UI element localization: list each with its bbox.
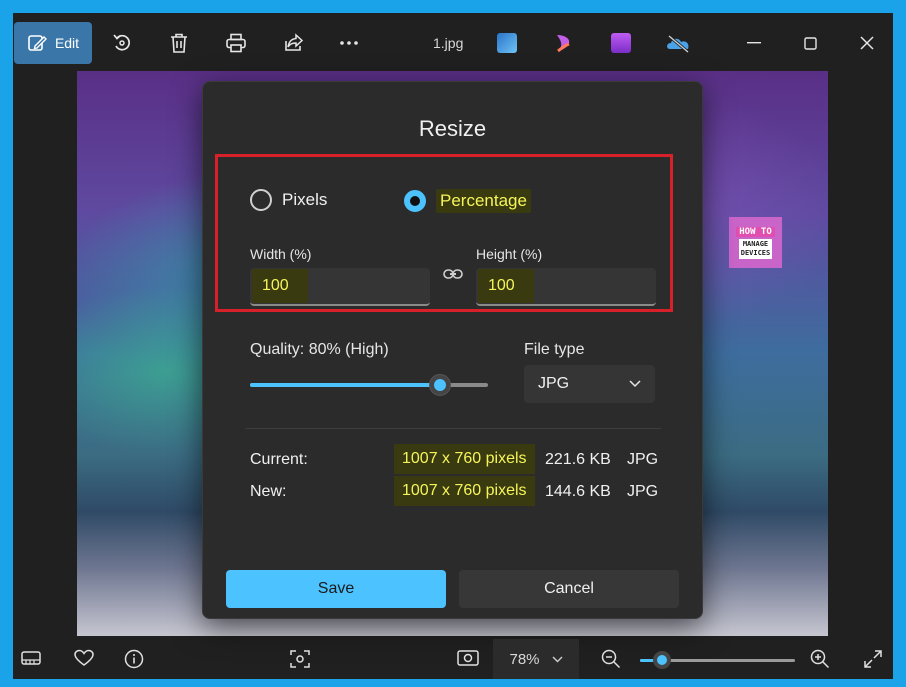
minimize-icon bbox=[747, 42, 761, 44]
bottom-toolbar: 78% bbox=[13, 639, 893, 679]
zoom-slider[interactable] bbox=[640, 651, 795, 669]
file-type-label: File type bbox=[524, 341, 585, 358]
logo-line3: DEVICES bbox=[740, 248, 771, 257]
onedrive-icon[interactable] bbox=[666, 33, 689, 54]
save-button[interactable]: Save bbox=[226, 570, 446, 608]
width-value: 100 bbox=[252, 269, 308, 303]
edit-label: Edit bbox=[54, 35, 80, 51]
width-label: Width (%) bbox=[250, 246, 312, 262]
full-screen-icon[interactable] bbox=[863, 649, 883, 669]
width-input[interactable]: 100 bbox=[250, 268, 430, 306]
file-type-value: JPG bbox=[538, 375, 570, 392]
maximize-icon bbox=[803, 36, 817, 50]
more-icon bbox=[340, 41, 358, 45]
face-scan-icon[interactable] bbox=[290, 649, 310, 669]
current-label: Current: bbox=[250, 451, 308, 468]
more-button[interactable] bbox=[328, 22, 370, 64]
video-editor-icon[interactable] bbox=[611, 33, 631, 53]
zoom-level-value: 78% bbox=[509, 650, 540, 668]
quality-slider-thumb[interactable] bbox=[429, 374, 452, 396]
current-type: JPG bbox=[627, 451, 659, 468]
new-label: New: bbox=[250, 483, 287, 500]
new-size: 144.6 KB bbox=[545, 483, 611, 500]
height-label: Height (%) bbox=[476, 246, 543, 262]
chevron-down-icon bbox=[629, 380, 641, 388]
top-toolbar: Edit 1.jpg bbox=[13, 13, 893, 69]
quality-slider-fill bbox=[250, 383, 441, 387]
new-type: JPG bbox=[627, 483, 659, 500]
edit-button[interactable]: Edit bbox=[14, 22, 92, 64]
close-button[interactable] bbox=[846, 22, 888, 64]
rotate-icon bbox=[113, 34, 131, 51]
zoom-out-icon[interactable] bbox=[601, 649, 621, 669]
cancel-button[interactable]: Cancel bbox=[459, 570, 679, 608]
chevron-down-icon bbox=[552, 656, 563, 662]
print-button[interactable] bbox=[215, 22, 257, 64]
close-icon bbox=[860, 36, 874, 50]
divider bbox=[245, 428, 661, 429]
dialog-title: Resize bbox=[418, 116, 487, 141]
radio-circle-on bbox=[404, 190, 426, 212]
filmstrip-icon[interactable] bbox=[21, 649, 41, 667]
current-size: 221.6 KB bbox=[545, 451, 611, 468]
minimize-button[interactable] bbox=[733, 22, 775, 64]
delete-button[interactable] bbox=[158, 22, 200, 64]
current-dimensions: 1007 x 760 pixels bbox=[394, 444, 535, 474]
percentage-radio[interactable]: Percentage bbox=[404, 189, 531, 213]
height-value: 100 bbox=[478, 269, 534, 303]
favorite-heart-icon[interactable] bbox=[74, 649, 94, 667]
logo-line-manage: MANAGE DEVICES bbox=[738, 238, 773, 259]
file-name: 1.jpg bbox=[433, 35, 464, 51]
height-input[interactable]: 100 bbox=[476, 268, 656, 306]
radio-circle-off bbox=[250, 189, 272, 211]
logo-line1: HOW TO bbox=[736, 226, 775, 237]
share-button[interactable] bbox=[273, 22, 315, 64]
pixels-radio-label: Pixels bbox=[282, 190, 328, 209]
zoom-in-icon[interactable] bbox=[810, 649, 830, 669]
edit-icon bbox=[28, 35, 47, 51]
brand-logo: HOW TO MANAGE DEVICES bbox=[729, 217, 782, 268]
percentage-radio-label: Percentage bbox=[436, 189, 531, 213]
new-dimensions: 1007 x 760 pixels bbox=[394, 476, 535, 506]
zoom-slider-thumb[interactable] bbox=[652, 651, 671, 669]
link-aspect-icon[interactable] bbox=[443, 267, 463, 281]
resize-dialog: Resize Pixels Percentage Width (%) 100 H… bbox=[202, 81, 703, 619]
maximize-button[interactable] bbox=[789, 22, 831, 64]
logo-line2: MANAGE bbox=[742, 239, 769, 248]
delete-icon bbox=[171, 33, 187, 53]
quality-label: Quality: 80% (High) bbox=[250, 341, 389, 358]
zoom-level-dropdown[interactable]: 78% bbox=[493, 639, 579, 679]
clipchamp-icon[interactable] bbox=[554, 33, 574, 53]
pixels-radio[interactable]: Pixels bbox=[250, 189, 327, 211]
paint-icon[interactable] bbox=[497, 33, 517, 53]
quality-slider[interactable] bbox=[250, 374, 488, 396]
print-icon bbox=[226, 33, 246, 53]
rotate-button[interactable] bbox=[101, 22, 143, 64]
info-icon[interactable] bbox=[124, 649, 144, 669]
file-type-dropdown[interactable]: JPG bbox=[524, 365, 655, 403]
photos-window: Edit 1.jpg HOW TO MANAGE DEVICES Resize … bbox=[13, 13, 893, 679]
actual-size-icon[interactable] bbox=[457, 649, 479, 667]
share-icon bbox=[285, 33, 304, 51]
